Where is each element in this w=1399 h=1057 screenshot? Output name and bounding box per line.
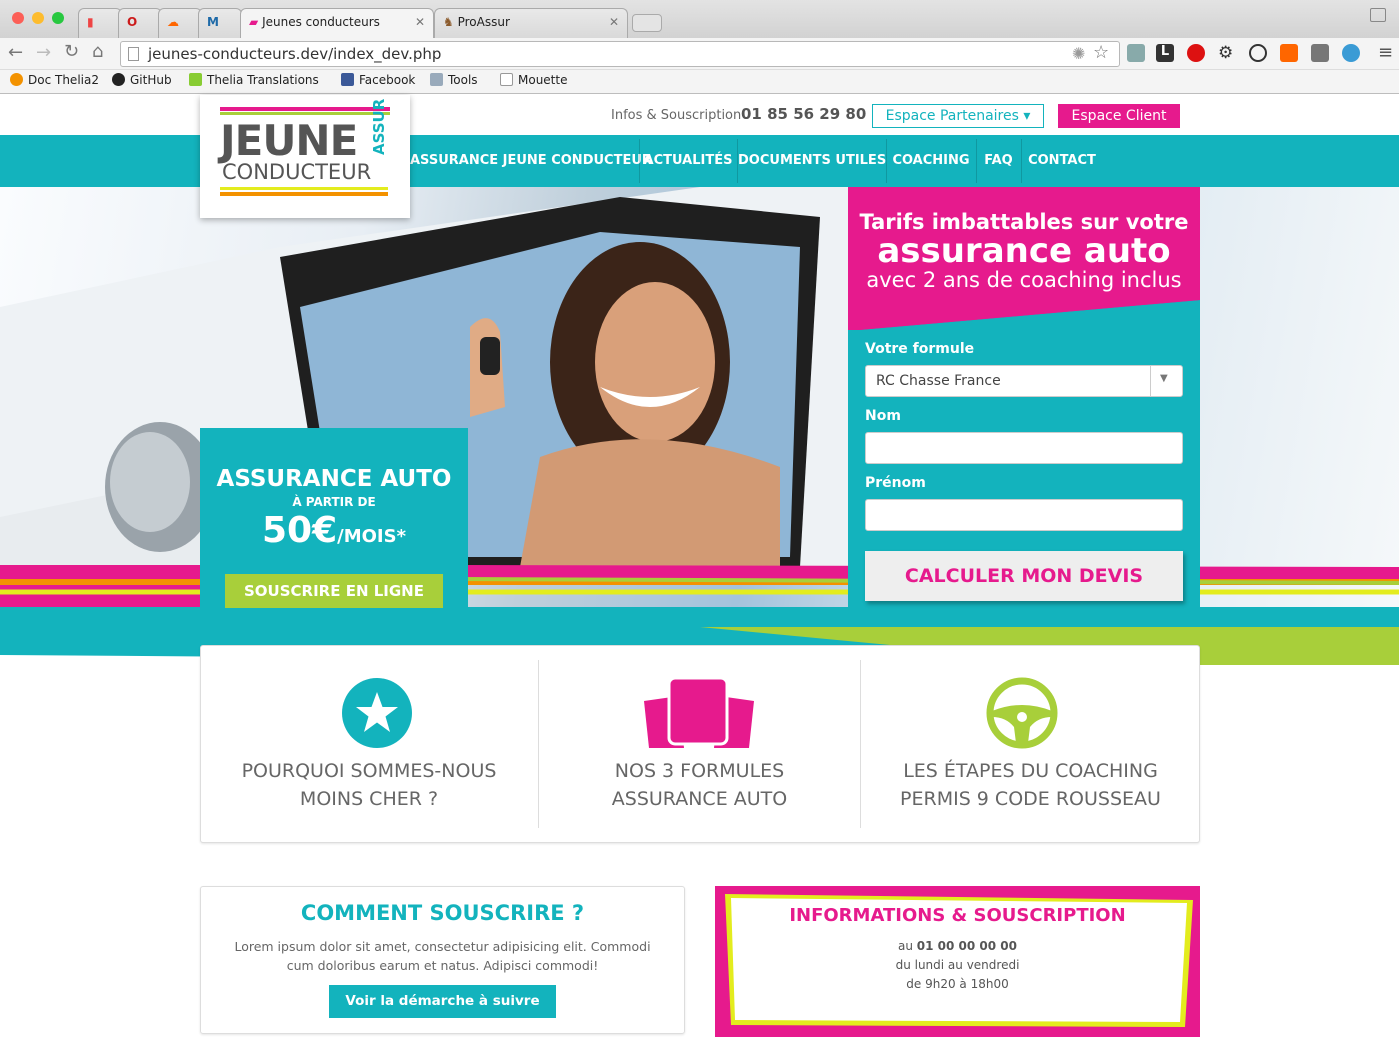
firstname-input[interactable] [865,499,1183,531]
bookmark-star-icon[interactable]: ☆ [1093,42,1109,63]
form-headline-3: avec 2 ans de coaching inclus [866,268,1182,292]
offer-price: 50€/MOIS* [261,510,407,551]
tab-jeunes-conducteurs[interactable]: ▰ Jeunes conducteurs ✕ [240,8,434,38]
extension-clock-icon[interactable] [1249,44,1267,62]
formula-label: Votre formule [865,341,975,357]
extension-gear-icon[interactable]: ⚙ [1218,44,1236,62]
info-phone-line: au 01 00 00 00 00 [898,939,1017,953]
fullscreen-icon[interactable] [1370,8,1386,22]
page-icon [500,73,513,86]
extension-m-icon[interactable] [1342,44,1360,62]
close-window-icon[interactable] [12,12,24,24]
tab-m[interactable]: M [198,8,242,38]
form-headline-2: assurance auto [877,231,1171,271]
extension-l-icon[interactable]: L [1156,44,1174,62]
client-space-button[interactable]: Espace Client [1058,104,1180,128]
card-text: LES ÉTAPES DU COACHING PERMIS 9 CODE ROUS… [900,760,1161,810]
settings-gear-icon[interactable]: ✺ [1072,44,1085,63]
minimize-window-icon[interactable] [32,12,44,24]
translations-icon [189,73,202,86]
calculate-quote-button[interactable]: CALCULER MON DEVIS [865,551,1183,601]
bookmark-tools[interactable]: Tools [430,73,478,87]
firstname-label: Prénom [865,475,926,491]
back-icon[interactable]: ← [8,42,23,63]
close-tab-icon[interactable]: ✕ [609,15,619,29]
nav-documents[interactable]: DOCUMENTS UTILES [738,135,886,187]
view-steps-button[interactable]: Voir la démarche à suivre [329,985,556,1018]
offer-title: ASSURANCE AUTO [216,466,452,492]
logo-assur: ASSUR [370,98,388,155]
select-divider [1150,366,1151,396]
bookmark-thelia-translations[interactable]: Thelia Translations [189,73,319,87]
tab-opera[interactable]: O [118,8,162,38]
site-favicon: ▰ [249,15,259,29]
nav-contact[interactable]: CONTACT [1022,135,1102,187]
logo-conducteur: CONDUCTEUR [222,160,372,184]
bookmark-doc-thelia2[interactable]: Doc Thelia2 [10,73,99,87]
forward-icon[interactable]: → [36,42,51,63]
form-diagonal [848,300,1200,331]
nav-actualites[interactable]: ACTUALITÉS [640,135,736,187]
bookmark-mouette[interactable]: Mouette [500,73,567,87]
url-text: jeunes-conducteurs.dev/index_dev.php [148,45,442,63]
site-logo[interactable]: JEUNE CONDUCTEUR ASSUR [200,95,410,218]
steering-wheel-icon [986,677,1058,749]
folder-icon [430,73,443,86]
info-days: du lundi au vendredi [895,958,1020,972]
thelia-icon [10,73,23,86]
card-text: POURQUOI SOMMES-NOUS MOINS CHER ? [241,760,497,810]
close-tab-icon[interactable]: ✕ [415,15,425,29]
extension-g-icon[interactable] [1280,44,1298,62]
tab-soundcloud[interactable]: ☁ [158,8,202,38]
offer-from: À PARTIR DE [292,495,376,509]
header-phone[interactable]: 01 85 56 29 80 [741,105,866,123]
reload-icon[interactable]: ↻ [64,41,79,62]
page-icon [128,47,139,61]
name-input[interactable] [865,432,1183,464]
info-phone[interactable]: 01 00 00 00 00 [917,939,1017,953]
tab-title: ProAssur [457,15,510,29]
star-icon [342,678,412,748]
github-icon [112,73,125,86]
cards-icon [644,676,754,748]
bookmark-facebook[interactable]: Facebook [341,73,415,87]
info-title: INFORMATIONS & SOUSCRIPTION [789,905,1126,926]
zoom-window-icon[interactable] [52,12,64,24]
facebook-icon [341,73,354,86]
new-tab-button[interactable] [632,14,662,32]
home-icon[interactable]: ⌂ [92,41,103,62]
extension-adblock-icon[interactable] [1187,44,1205,62]
extension-puzzle-icon[interactable] [1311,44,1329,62]
tab-proassur[interactable]: ♞ ProAssur ✕ [434,8,628,38]
formula-select-value: RC Chasse France [876,373,1001,389]
logo-jeune: JEUNE [220,116,358,165]
header-info-label: Infos & Souscription [611,108,742,123]
card-text: NOS 3 FORMULES ASSURANCE AUTO [611,760,788,810]
tab-title: Jeunes conducteurs [262,15,380,29]
tab-1[interactable]: ▮ [78,8,122,38]
how-body: Lorem ipsum dolor sit amet, consectetur … [234,939,651,973]
chevron-down-icon[interactable]: ▼ [1160,373,1168,384]
name-label: Nom [865,408,901,424]
menu-icon[interactable]: ≡ [1378,42,1393,63]
how-title: COMMENT SOUSCRIRE ? [300,901,585,925]
proassur-favicon: ♞ [443,15,454,29]
nav-assurance[interactable]: ASSURANCE JEUNE CONDUCTEUR [410,135,652,187]
card-coaching[interactable]: LES ÉTAPES DU COACHING PERMIS 9 CODE ROUS… [861,660,1200,828]
nav-faq[interactable]: FAQ [977,135,1020,187]
card-formulas[interactable]: NOS 3 FORMULES ASSURANCE AUTO [539,660,860,828]
bookmark-github[interactable]: GitHub [112,73,172,87]
partners-space-button[interactable]: Espace Partenaires ▾ [872,104,1044,128]
info-hours: de 9h20 à 18h00 [906,977,1009,991]
nav-coaching[interactable]: COACHING [887,135,975,187]
extension-wrench-icon[interactable] [1127,44,1145,62]
card-why-cheaper[interactable]: POURQUOI SOMMES-NOUS MOINS CHER ? [200,660,538,828]
subscribe-online-button[interactable]: SOUSCRIRE EN LIGNE [225,574,443,608]
